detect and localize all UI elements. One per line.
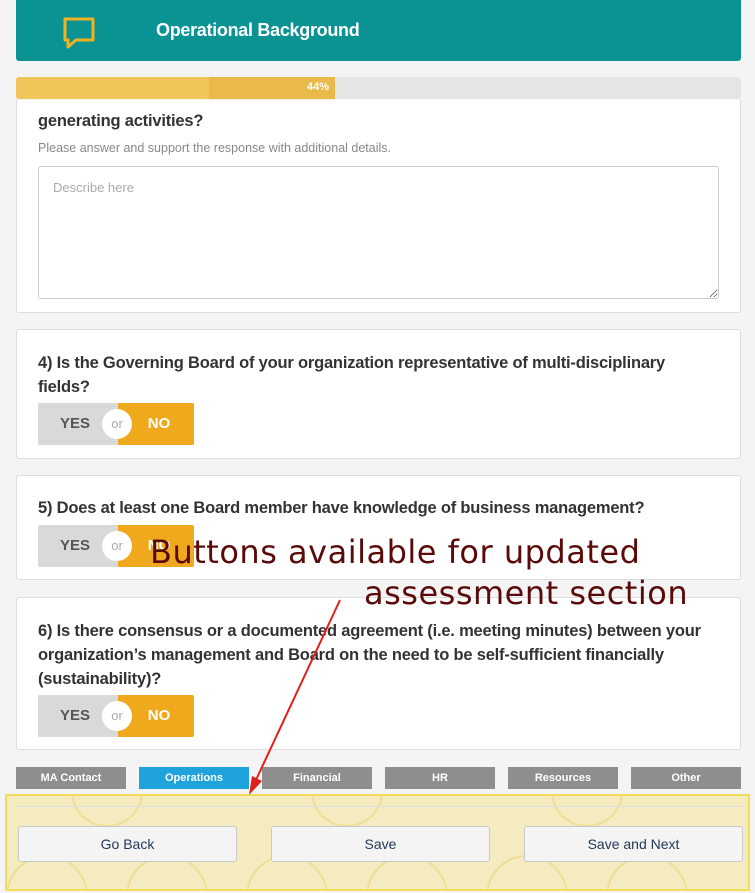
question-text: 6) Is there consensus or a documented ag… [38, 622, 701, 688]
question-text: 4) Is the Governing Board of your organi… [38, 354, 666, 396]
tab-ma-contact[interactable]: MA Contact [16, 767, 126, 789]
yes-no-toggle: YES NO or [38, 403, 194, 445]
progress-bar: 44% [16, 77, 741, 99]
section-header: Operational Background [16, 0, 741, 61]
question-card-4: 4) Is the Governing Board of your organi… [16, 329, 741, 459]
question-card-6: 6) Is there consensus or a documented ag… [16, 597, 741, 750]
tab-hr[interactable]: HR [385, 767, 495, 789]
progress-fill-highlight [16, 77, 209, 99]
or-separator: or [102, 409, 132, 439]
question-card-3: generating activities? Please answer and… [16, 100, 741, 313]
tab-resources[interactable]: Resources [508, 767, 618, 789]
section-title: Operational Background [156, 20, 360, 40]
annotation-line-2: assessment section [364, 574, 689, 612]
save-and-next-button[interactable]: Save and Next [524, 826, 743, 862]
progress-fill: 44% [16, 77, 335, 99]
describe-textarea[interactable] [38, 166, 719, 299]
yes-no-toggle: YES NO or [38, 695, 194, 737]
tab-other[interactable]: Other [631, 767, 741, 789]
annotation-line-1: Buttons available for updated [150, 533, 641, 571]
or-separator: or [102, 531, 132, 561]
section-tabs: MA Contact Operations Financial HR Resou… [16, 767, 741, 789]
save-button[interactable]: Save [271, 826, 490, 862]
question-text: 5) Does at least one Board member have k… [38, 499, 645, 517]
tab-operations[interactable]: Operations [139, 767, 249, 789]
question-text: generating activities? [38, 112, 204, 130]
footer-inner: Go Back Save Save and Next [16, 806, 743, 889]
or-separator: or [102, 701, 132, 731]
chat-bubble-icon [63, 17, 95, 49]
go-back-button[interactable]: Go Back [18, 826, 237, 862]
question-hint: Please answer and support the response w… [38, 141, 391, 155]
footer-actions-highlight: Go Back Save Save and Next [5, 794, 750, 891]
footer-divider [16, 806, 743, 807]
progress-percent: 44% [306, 81, 329, 93]
tab-financial[interactable]: Financial [262, 767, 372, 789]
